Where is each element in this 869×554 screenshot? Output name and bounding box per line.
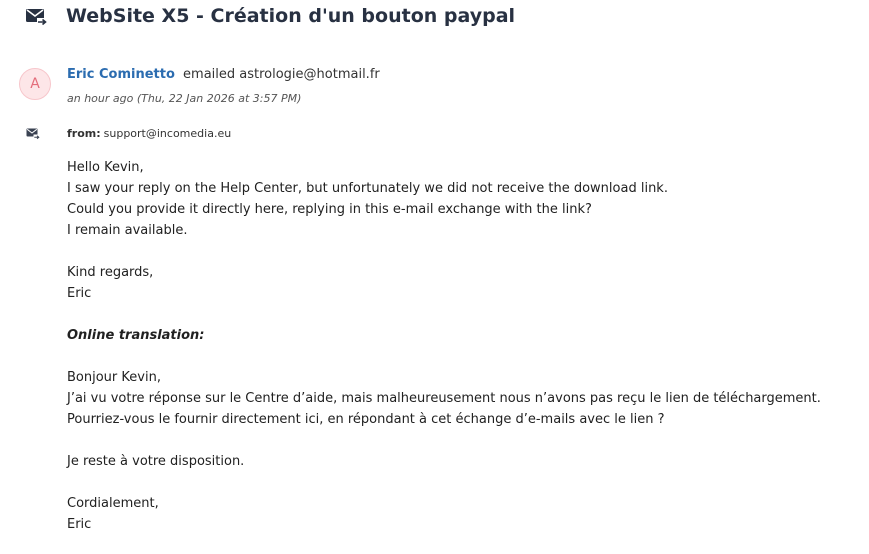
envelope-forward-icon <box>26 128 40 140</box>
message-line: Kind regards, <box>67 265 154 280</box>
message-line: I remain available. <box>67 223 188 238</box>
message-line: Pourriez-vous le fournir directement ici… <box>67 412 665 427</box>
message-line: Bonjour Kevin, <box>67 370 161 385</box>
sender-name-link[interactable]: Eric Cominetto <box>67 67 175 82</box>
message-line: Eric <box>67 517 92 532</box>
timestamp: an hour ago (Thu, 22 Jan 2026 at 3:57 PM… <box>67 92 302 105</box>
page-title: WebSite X5 - Création d'un bouton paypal <box>66 5 516 27</box>
message-body: Hello Kevin, I saw your reply on the Hel… <box>67 157 857 535</box>
sender-line: Eric Cominetto emailed astrologie@hotmai… <box>67 67 380 82</box>
avatar: A <box>19 68 51 100</box>
translation-heading: Online translation: <box>67 328 205 343</box>
email-view: WebSite X5 - Création d'un bouton paypal… <box>0 0 869 554</box>
from-label: from: <box>67 127 101 140</box>
message-line: J’ai vu votre réponse sur le Centre d’ai… <box>67 391 821 406</box>
message-line: Could you provide it directly here, repl… <box>67 202 592 217</box>
sender-action-text: emailed astrologie@hotmail.fr <box>183 67 380 82</box>
from-line: from: support@incomedia.eu <box>67 127 231 140</box>
envelope-forward-icon <box>26 9 47 26</box>
message-line: Eric <box>67 286 92 301</box>
message-line: Cordialement, <box>67 496 159 511</box>
message-line: I saw your reply on the Help Center, but… <box>67 181 668 196</box>
message-line: Je reste à votre disposition. <box>67 454 245 469</box>
from-address: support@incomedia.eu <box>103 127 232 140</box>
message-line: Hello Kevin, <box>67 160 144 175</box>
